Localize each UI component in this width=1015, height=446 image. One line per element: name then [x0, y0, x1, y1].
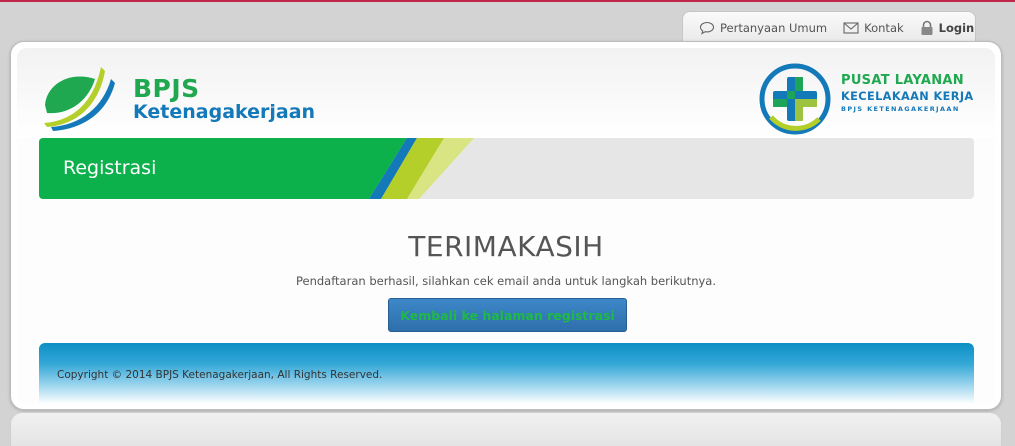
pusat-org: BPJS KETENAGAKERJAAN — [841, 105, 960, 113]
footer: Copyright © 2014 BPJS Ketenagakerjaan, A… — [39, 343, 974, 404]
panel-inner: BPJS Ketenagakerjaan PUSAT LAYANAN KECEL… — [17, 48, 995, 404]
lock-icon — [921, 20, 933, 35]
faq-link[interactable]: Pertanyaan Umum — [699, 21, 827, 35]
section-header-graphic — [39, 138, 474, 199]
pusat-title: PUSAT LAYANAN — [841, 73, 964, 88]
envelope-icon — [843, 21, 859, 34]
main-panel: BPJS Ketenagakerjaan PUSAT LAYANAN KECEL… — [10, 41, 1002, 410]
top-accent-line — [0, 0, 1015, 2]
speech-bubble-icon — [699, 21, 715, 35]
pusat-subtitle: KECELAKAAN KERJA — [841, 90, 974, 103]
bottom-strip — [10, 412, 1002, 446]
thanks-heading: TERIMAKASIH — [408, 230, 604, 263]
medical-cross-icon — [759, 63, 831, 135]
contact-label: Kontak — [864, 20, 904, 35]
contact-link[interactable]: Kontak — [843, 21, 904, 35]
copyright-text: Copyright © 2014 BPJS Ketenagakerjaan, A… — [57, 369, 383, 381]
login-label: Login — [938, 20, 975, 35]
section-title: Registrasi — [63, 157, 157, 179]
back-to-registration-button[interactable]: Kembali ke halaman registrasi — [388, 298, 627, 332]
bpjs-logo[interactable]: BPJS Ketenagakerjaan — [41, 61, 341, 131]
brand-title: BPJS — [133, 74, 200, 103]
success-message: Pendaftaran berhasil, silahkan cek email… — [295, 274, 717, 288]
section-header-bar: Registrasi — [39, 138, 974, 199]
bpjs-leaf-logo-icon — [44, 67, 115, 131]
brand-subtitle: Ketenagakerjaan — [133, 101, 316, 123]
faq-label: Pertanyaan Umum — [720, 20, 828, 35]
pusat-layanan-logo[interactable]: PUSAT LAYANAN KECELAKAAN KERJA BPJS KETE… — [757, 61, 987, 137]
top-navigation: Pertanyaan Umum Kontak Login — [682, 11, 976, 43]
login-link[interactable]: Login — [920, 20, 975, 36]
